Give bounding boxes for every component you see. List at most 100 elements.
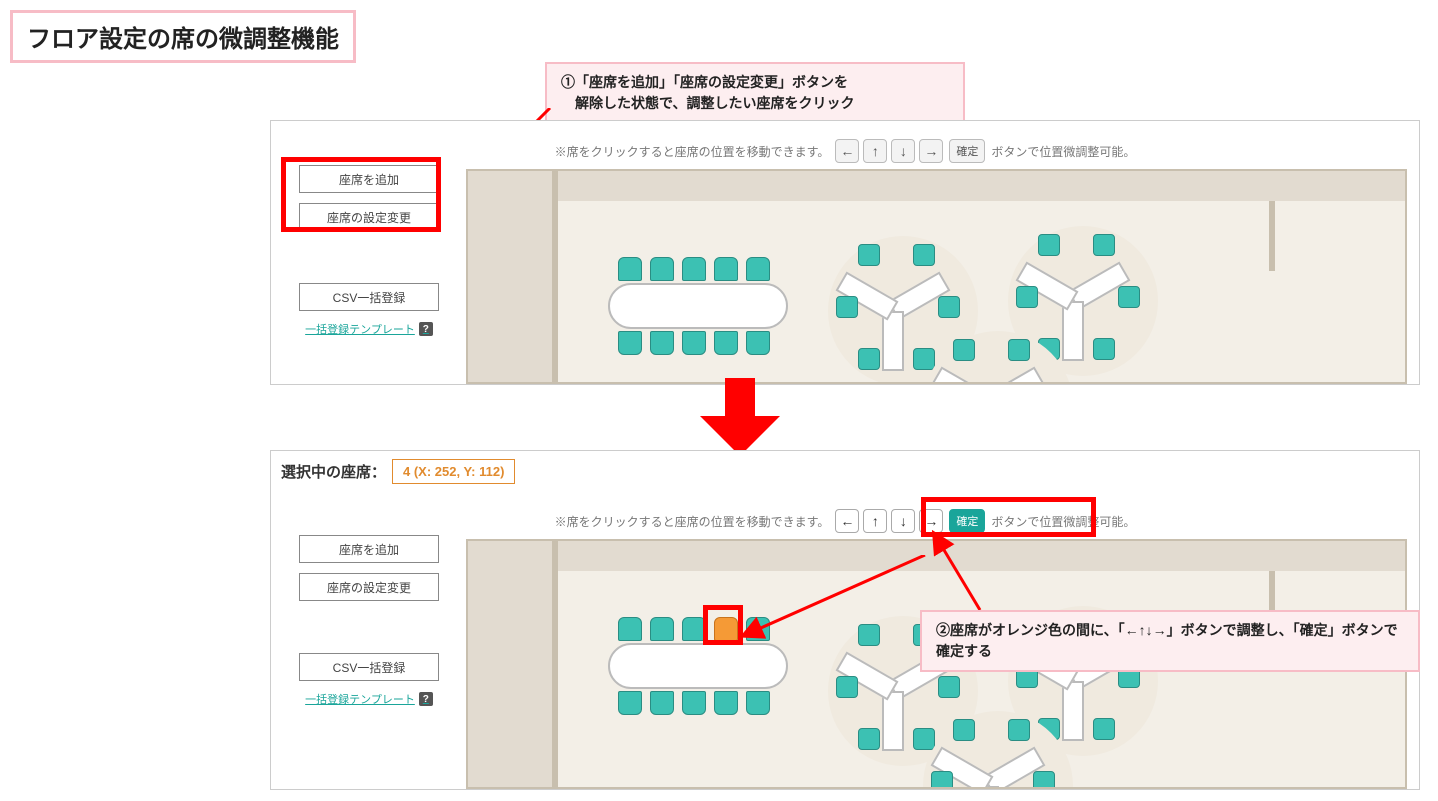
- add-seat-button[interactable]: 座席を追加: [299, 535, 439, 563]
- seat[interactable]: [682, 617, 706, 641]
- seat[interactable]: [746, 691, 770, 715]
- sidebar: 座席を追加 座席の設定変更 CSV一括登録 一括登録テンプレート ?: [289, 165, 449, 337]
- confirm-button[interactable]: 確定: [949, 139, 985, 163]
- seat[interactable]: [1118, 286, 1140, 308]
- seat[interactable]: [682, 691, 706, 715]
- seat[interactable]: [618, 691, 642, 715]
- seat[interactable]: [913, 244, 935, 266]
- template-link[interactable]: 一括登録テンプレート ?: [305, 321, 433, 337]
- seat[interactable]: [913, 728, 935, 750]
- wall: [1269, 201, 1275, 271]
- arrow-left-icon: ←: [840, 143, 854, 159]
- hint-prefix: ※席をクリックすると座席の位置を移動できます。: [555, 143, 830, 160]
- conference-tabletop: [608, 283, 788, 329]
- pod-surface: [1062, 681, 1084, 741]
- pod-surface: [882, 691, 904, 751]
- add-seat-button[interactable]: 座席を追加: [299, 165, 439, 193]
- conference-tabletop: [608, 643, 788, 689]
- seat[interactable]: [650, 691, 674, 715]
- wall: [552, 541, 558, 787]
- seat[interactable]: [858, 728, 880, 750]
- edit-seat-button[interactable]: 座席の設定変更: [299, 203, 439, 231]
- callout-step-2: ②座席がオレンジ色の間に、「←↑↓→」ボタンで調整し、「確定」ボタンで確定する: [920, 610, 1420, 672]
- hint-prefix: ※席をクリックすると座席の位置を移動できます。: [555, 513, 830, 530]
- seat[interactable]: [650, 257, 674, 281]
- seat[interactable]: [1033, 771, 1055, 789]
- seat[interactable]: [858, 348, 880, 370]
- hint-suffix: ボタンで位置微調整可能。: [991, 143, 1135, 160]
- hint-bar: ※席をクリックすると座席の位置を移動できます。 ← ↑ ↓ → 確定 ボタンで位…: [271, 139, 1419, 163]
- seat[interactable]: [618, 257, 642, 281]
- seat[interactable]: [1093, 234, 1115, 256]
- arrow-up-button[interactable]: ↑: [863, 139, 887, 163]
- csv-import-button[interactable]: CSV一括登録: [299, 283, 439, 311]
- arrow-down-icon: ↓: [900, 513, 907, 529]
- seat[interactable]: [953, 719, 975, 741]
- seat[interactable]: [650, 617, 674, 641]
- seat[interactable]: [682, 257, 706, 281]
- confirm-button[interactable]: 確定: [949, 509, 985, 533]
- arrow-up-button[interactable]: ↑: [863, 509, 887, 533]
- seat[interactable]: [746, 331, 770, 355]
- seat[interactable]: [714, 691, 738, 715]
- seat[interactable]: [1016, 286, 1038, 308]
- template-link[interactable]: 一括登録テンプレート ?: [305, 691, 433, 707]
- seat[interactable]: [858, 624, 880, 646]
- seat[interactable]: [618, 331, 642, 355]
- conference-table: [588, 261, 808, 351]
- seat[interactable]: [836, 296, 858, 318]
- seat[interactable]: [858, 244, 880, 266]
- seat[interactable]: [650, 331, 674, 355]
- seat[interactable]: [1093, 718, 1115, 740]
- big-down-arrow-icon: [700, 378, 780, 456]
- seat-selected[interactable]: [714, 617, 738, 641]
- wall: [552, 171, 558, 382]
- callout-step-1: ①「座席を追加」「座席の設定変更」ボタンを 解除した状態で、調整したい座席をクリ…: [545, 62, 965, 124]
- seat[interactable]: [836, 676, 858, 698]
- arrow-right-icon: →: [924, 143, 938, 159]
- seat[interactable]: [953, 339, 975, 361]
- page-title: フロア設定の席の微調整機能: [10, 10, 356, 63]
- seat[interactable]: [714, 257, 738, 281]
- arrow-down-icon: ↓: [900, 143, 907, 159]
- help-icon[interactable]: ?: [419, 692, 433, 706]
- arrow-buttons-group: ← ↑ ↓ →: [835, 139, 943, 163]
- selected-seat-value: 4 (X: 252, Y: 112): [392, 459, 515, 484]
- seat[interactable]: [682, 331, 706, 355]
- hint-suffix: ボタンで位置微調整可能。: [991, 513, 1135, 530]
- seat[interactable]: [1008, 339, 1030, 361]
- seat[interactable]: [1038, 234, 1060, 256]
- arrow-up-icon: ↑: [872, 143, 879, 159]
- help-icon[interactable]: ?: [419, 322, 433, 336]
- arrow-right-button[interactable]: →: [919, 139, 943, 163]
- arrow-right-button[interactable]: →: [919, 509, 943, 533]
- seat[interactable]: [1008, 719, 1030, 741]
- template-link-label: 一括登録テンプレート: [305, 321, 415, 337]
- seat[interactable]: [746, 617, 770, 641]
- seat[interactable]: [746, 257, 770, 281]
- hint-bar: ※席をクリックすると座席の位置を移動できます。 ← ↑ ↓ → 確定 ボタンで位…: [271, 509, 1419, 533]
- template-link-label: 一括登録テンプレート: [305, 691, 415, 707]
- arrow-left-button[interactable]: ←: [835, 139, 859, 163]
- edit-seat-button[interactable]: 座席の設定変更: [299, 573, 439, 601]
- seat[interactable]: [931, 771, 953, 789]
- seat[interactable]: [913, 348, 935, 370]
- seat[interactable]: [938, 296, 960, 318]
- conference-table: [588, 621, 808, 711]
- seat[interactable]: [1093, 338, 1115, 360]
- arrow-left-icon: ←: [840, 513, 854, 529]
- arrow-down-button[interactable]: ↓: [891, 509, 915, 533]
- floorplan[interactable]: [466, 169, 1407, 384]
- pod-surface: [983, 366, 1046, 384]
- seat[interactable]: [618, 617, 642, 641]
- arrow-buttons-group: ← ↑ ↓ →: [835, 509, 943, 533]
- pod-surface: [882, 311, 904, 371]
- seat[interactable]: [714, 331, 738, 355]
- csv-import-button[interactable]: CSV一括登録: [299, 653, 439, 681]
- arrow-left-button[interactable]: ←: [835, 509, 859, 533]
- pod-surface: [931, 366, 994, 384]
- selected-seat-bar: 選択中の座席： 4 (X: 252, Y: 112): [281, 459, 515, 484]
- arrow-down-button[interactable]: ↓: [891, 139, 915, 163]
- sidebar: 座席を追加 座席の設定変更 CSV一括登録 一括登録テンプレート ?: [289, 535, 449, 707]
- seat[interactable]: [938, 676, 960, 698]
